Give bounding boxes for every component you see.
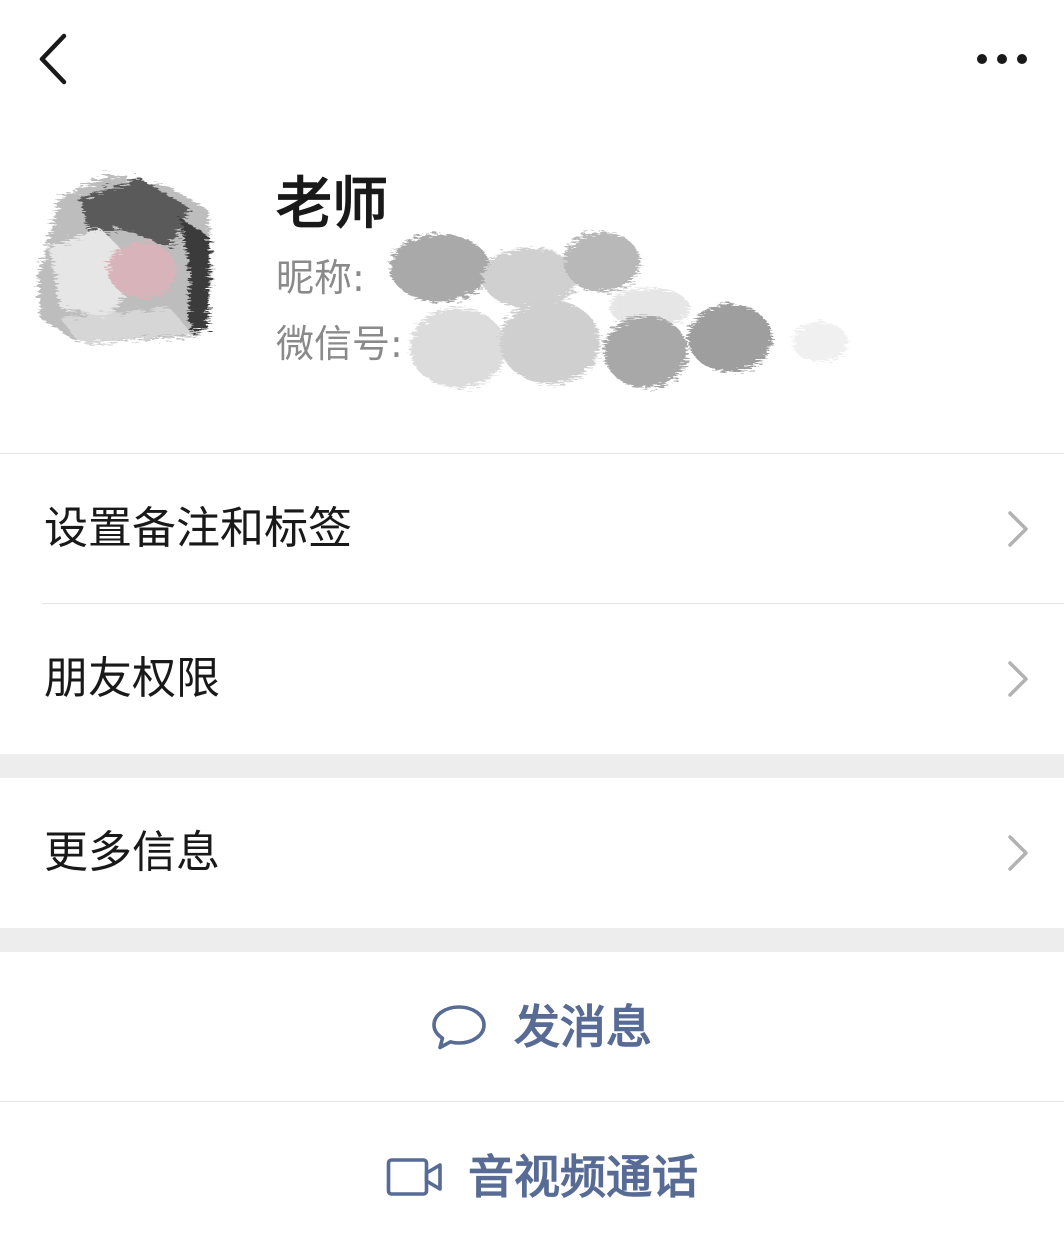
- chevron-left-icon: [39, 33, 67, 85]
- avatar-image: [38, 174, 212, 344]
- row-label: 设置备注和标签: [44, 503, 352, 554]
- section-gap: [0, 754, 1064, 778]
- row-label: 更多信息: [44, 827, 220, 878]
- chevron-right-icon: [1008, 661, 1028, 697]
- av-call-label: 音视频通话: [468, 1150, 698, 1204]
- friend-permissions-row[interactable]: 朋友权限: [0, 604, 1064, 754]
- top-nav-bar: [0, 0, 1064, 120]
- set-remark-tags-row[interactable]: 设置备注和标签: [0, 454, 1064, 604]
- send-message-button[interactable]: 发消息: [0, 952, 1064, 1102]
- contact-profile-screen: 老师 昵称: 微信号: 设置备注和标签 朋友权限 更多信息 发消息 音视频通话: [0, 0, 1064, 1244]
- back-button[interactable]: [26, 26, 86, 92]
- wechat-id-redaction: [410, 300, 848, 388]
- video-camera-icon: [386, 1158, 442, 1196]
- row-label: 朋友权限: [44, 653, 220, 704]
- chevron-right-icon: [1008, 835, 1028, 871]
- more-options-button[interactable]: [966, 34, 1038, 84]
- profile-header: 老师 昵称: 微信号:: [0, 120, 1064, 453]
- contact-name: 老师: [276, 172, 388, 237]
- chevron-right-icon: [1008, 511, 1028, 547]
- av-call-button[interactable]: 音视频通话: [0, 1102, 1064, 1244]
- more-info-row[interactable]: 更多信息: [0, 778, 1064, 928]
- nickname-label: 昵称:: [276, 256, 365, 300]
- send-message-label: 发消息: [514, 1000, 652, 1054]
- section-gap: [0, 928, 1064, 952]
- avatar[interactable]: [20, 158, 220, 358]
- chat-bubble-icon: [432, 1005, 486, 1050]
- more-dots-icon: [977, 54, 1027, 64]
